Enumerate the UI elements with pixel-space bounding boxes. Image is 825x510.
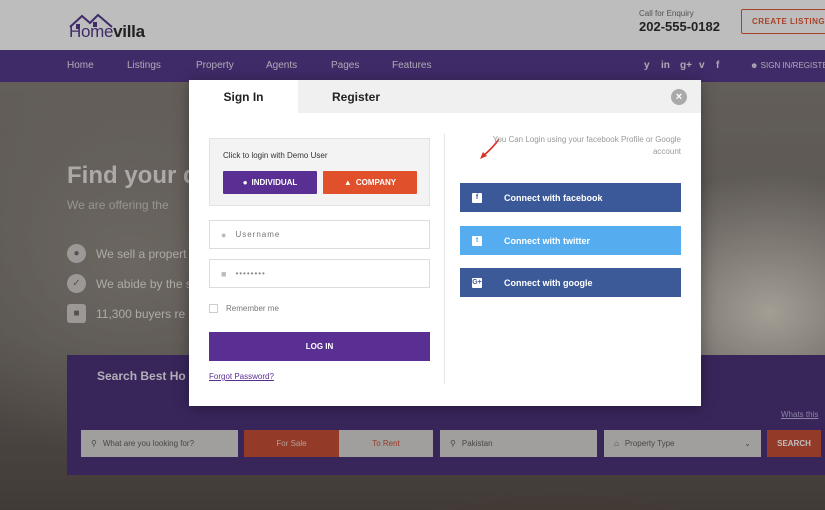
tab-register[interactable]: Register xyxy=(332,80,380,113)
user-icon: ● xyxy=(242,178,248,187)
close-icon[interactable]: × xyxy=(671,89,687,105)
username-field[interactable]: ● xyxy=(209,220,430,249)
connect-twitter-button[interactable]: t Connect with twitter xyxy=(460,226,681,255)
modal-tabs: Sign In Register × xyxy=(189,80,701,113)
connect-google-button[interactable]: G+ Connect with google xyxy=(460,268,681,297)
facebook-icon: f xyxy=(472,192,482,203)
building-icon: ▲ xyxy=(343,178,352,187)
demo-user-box: Click to login with Demo User ● INDIVIDU… xyxy=(209,138,430,206)
social-login-note: You Can Login using your facebook Profil… xyxy=(492,135,681,156)
password-input[interactable] xyxy=(235,269,416,278)
demo-company-button[interactable]: ▲ COMPANY xyxy=(323,171,417,194)
login-button[interactable]: LOG IN xyxy=(209,332,430,361)
demo-label: Click to login with Demo User xyxy=(223,151,328,160)
login-modal: Sign In Register × Click to login with D… xyxy=(189,80,701,406)
connect-facebook-label: Connect with facebook xyxy=(504,192,603,203)
twitter-icon: t xyxy=(472,235,482,246)
demo-individual-button[interactable]: ● INDIVIDUAL xyxy=(223,171,317,194)
forgot-password-link[interactable]: Forgot Password? xyxy=(209,372,274,381)
demo-company-label: COMPANY xyxy=(355,178,397,187)
username-input[interactable] xyxy=(235,230,416,239)
remember-label: Remember me xyxy=(226,304,279,313)
connect-twitter-label: Connect with twitter xyxy=(504,235,590,246)
remember-checkbox[interactable] xyxy=(209,304,218,313)
user-icon: ● xyxy=(221,229,227,240)
google-icon: G+ xyxy=(472,277,482,288)
column-divider xyxy=(444,134,445,384)
lock-icon: ■ xyxy=(221,268,227,279)
password-field[interactable]: ■ xyxy=(209,259,430,288)
remember-me[interactable]: Remember me xyxy=(209,304,279,313)
connect-google-label: Connect with google xyxy=(504,277,593,288)
tab-sign-in[interactable]: Sign In xyxy=(189,80,298,113)
connect-facebook-button[interactable]: f Connect with facebook xyxy=(460,183,681,212)
demo-individual-label: INDIVIDUAL xyxy=(251,178,298,187)
